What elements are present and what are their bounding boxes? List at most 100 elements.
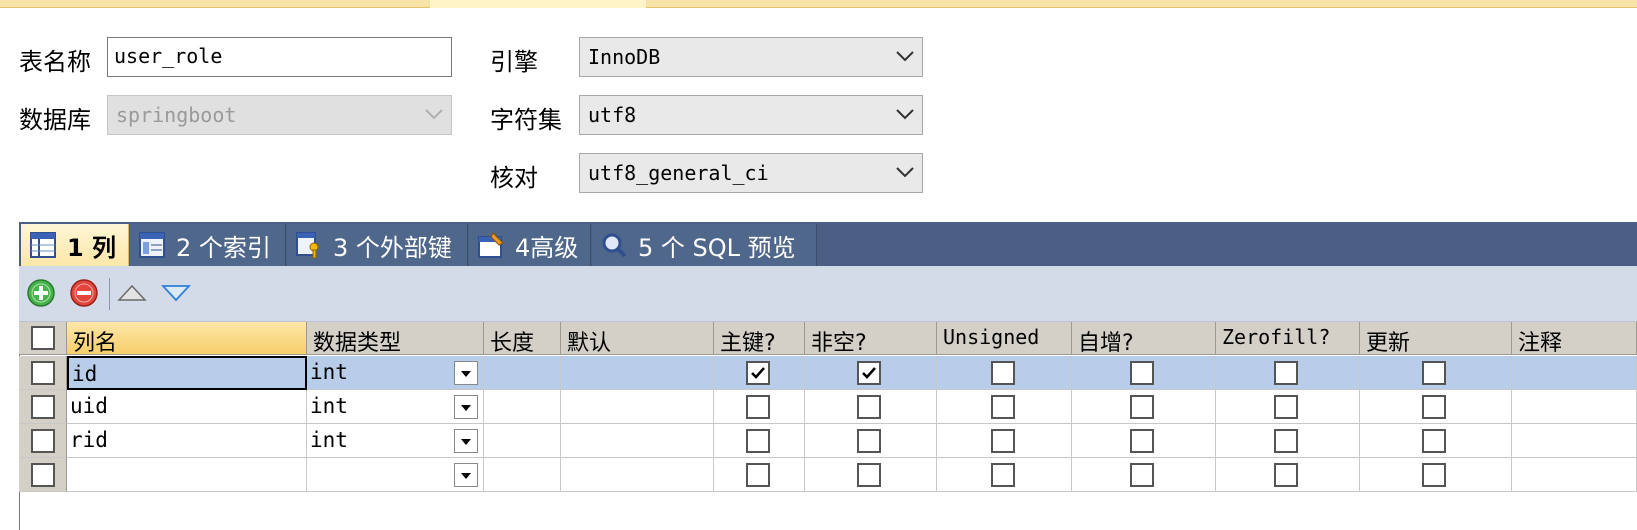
cell-unsigned[interactable] (937, 390, 1072, 424)
cell-rowhd[interactable] (19, 458, 67, 492)
zerofill-checkbox[interactable] (1274, 463, 1298, 487)
add-icon[interactable] (26, 278, 56, 308)
cell-rowhd[interactable] (19, 424, 67, 458)
cell-update[interactable] (1360, 390, 1512, 424)
notnull-checkbox[interactable] (857, 463, 881, 487)
row-select-checkbox[interactable] (31, 463, 55, 487)
pk-checkbox[interactable] (746, 429, 770, 453)
cell-comment[interactable] (1512, 458, 1637, 492)
cell-name[interactable]: id (67, 356, 307, 390)
pk-checkbox[interactable] (746, 395, 770, 419)
header-name[interactable]: 列名 (67, 322, 307, 355)
cell-type[interactable] (307, 458, 484, 492)
zerofill-checkbox[interactable] (1274, 395, 1298, 419)
pk-checkbox[interactable] (746, 361, 770, 385)
update-checkbox[interactable] (1422, 361, 1446, 385)
cell-zerofill[interactable] (1216, 356, 1360, 390)
cell-unsigned[interactable] (937, 356, 1072, 390)
update-checkbox[interactable] (1422, 395, 1446, 419)
update-checkbox[interactable] (1422, 429, 1446, 453)
cell-rowhd[interactable] (19, 356, 67, 390)
header-auto-increment[interactable]: 自增? (1072, 322, 1216, 355)
cell-type[interactable]: int (307, 390, 484, 424)
cell-rowhd[interactable] (19, 390, 67, 424)
type-dropdown-button[interactable] (454, 361, 478, 385)
table-row[interactable]: uid int (19, 390, 1637, 424)
autoinc-checkbox[interactable] (1130, 361, 1154, 385)
cell-notnull[interactable] (805, 458, 937, 492)
autoinc-checkbox[interactable] (1130, 463, 1154, 487)
row-select-checkbox[interactable] (31, 429, 55, 453)
unsigned-checkbox[interactable] (991, 395, 1015, 419)
cell-length[interactable] (484, 424, 561, 458)
header-unsigned[interactable]: Unsigned (937, 322, 1072, 355)
autoinc-checkbox[interactable] (1130, 429, 1154, 453)
table-row[interactable]: id int (19, 356, 1637, 390)
move-down-icon[interactable] (161, 278, 191, 308)
cell-length[interactable] (484, 458, 561, 492)
header-type[interactable]: 数据类型 (307, 322, 484, 355)
type-dropdown-button[interactable] (454, 429, 478, 453)
cell-length[interactable] (484, 356, 561, 390)
header-length[interactable]: 长度 (484, 322, 561, 355)
cell-default[interactable] (561, 424, 714, 458)
cell-autoinc[interactable] (1072, 356, 1216, 390)
notnull-checkbox[interactable] (857, 429, 881, 453)
row-select-checkbox[interactable] (31, 395, 55, 419)
header-zerofill[interactable]: Zerofill? (1216, 322, 1360, 355)
type-dropdown-button[interactable] (454, 463, 478, 487)
cell-pk[interactable] (714, 356, 805, 390)
table-row[interactable] (19, 458, 1637, 492)
cell-type[interactable]: int (307, 424, 484, 458)
tab-columns[interactable]: 1 列 (21, 224, 129, 266)
header-primary-key[interactable]: 主键? (714, 322, 805, 355)
notnull-checkbox[interactable] (857, 361, 881, 385)
cell-zerofill[interactable] (1216, 424, 1360, 458)
collation-select[interactable]: utf8_general_ci (579, 153, 923, 193)
tab-indexes[interactable]: 2 个索引 (130, 224, 286, 266)
cell-default[interactable] (561, 356, 714, 390)
cell-update[interactable] (1360, 458, 1512, 492)
cell-unsigned[interactable] (937, 424, 1072, 458)
cell-length[interactable] (484, 390, 561, 424)
cell-name[interactable] (67, 458, 307, 492)
notnull-checkbox[interactable] (857, 395, 881, 419)
tab-advanced[interactable]: 4高级 (469, 224, 591, 266)
cell-autoinc[interactable] (1072, 458, 1216, 492)
header-default[interactable]: 默认 (561, 322, 714, 355)
cell-pk[interactable] (714, 458, 805, 492)
type-dropdown-button[interactable] (454, 395, 478, 419)
cell-unsigned[interactable] (937, 458, 1072, 492)
cell-type[interactable]: int (307, 356, 484, 390)
header-not-null[interactable]: 非空? (805, 322, 937, 355)
charset-select[interactable]: utf8 (579, 95, 923, 135)
cell-pk[interactable] (714, 424, 805, 458)
move-up-icon[interactable] (117, 278, 147, 308)
unsigned-checkbox[interactable] (991, 429, 1015, 453)
cell-name[interactable]: rid (67, 424, 307, 458)
cell-pk[interactable] (714, 390, 805, 424)
autoinc-checkbox[interactable] (1130, 395, 1154, 419)
cell-update[interactable] (1360, 356, 1512, 390)
header-comment[interactable]: 注释 (1512, 322, 1637, 355)
cell-comment[interactable] (1512, 356, 1637, 390)
pk-checkbox[interactable] (746, 463, 770, 487)
cell-zerofill[interactable] (1216, 458, 1360, 492)
cell-notnull[interactable] (805, 390, 937, 424)
update-checkbox[interactable] (1422, 463, 1446, 487)
unsigned-checkbox[interactable] (991, 463, 1015, 487)
cell-notnull[interactable] (805, 356, 937, 390)
header-update[interactable]: 更新 (1360, 322, 1512, 355)
select-all-checkbox[interactable] (31, 326, 55, 350)
cell-autoinc[interactable] (1072, 424, 1216, 458)
row-select-checkbox[interactable] (31, 361, 55, 385)
tab-sql-preview[interactable]: 5 个 SQL 预览 (592, 224, 817, 266)
cell-notnull[interactable] (805, 424, 937, 458)
tab-foreign-keys[interactable]: 3 个外部键 (287, 224, 468, 266)
cell-comment[interactable] (1512, 424, 1637, 458)
cell-name[interactable]: uid (67, 390, 307, 424)
cell-comment[interactable] (1512, 390, 1637, 424)
cell-default[interactable] (561, 458, 714, 492)
cell-autoinc[interactable] (1072, 390, 1216, 424)
engine-select[interactable]: InnoDB (579, 37, 923, 77)
